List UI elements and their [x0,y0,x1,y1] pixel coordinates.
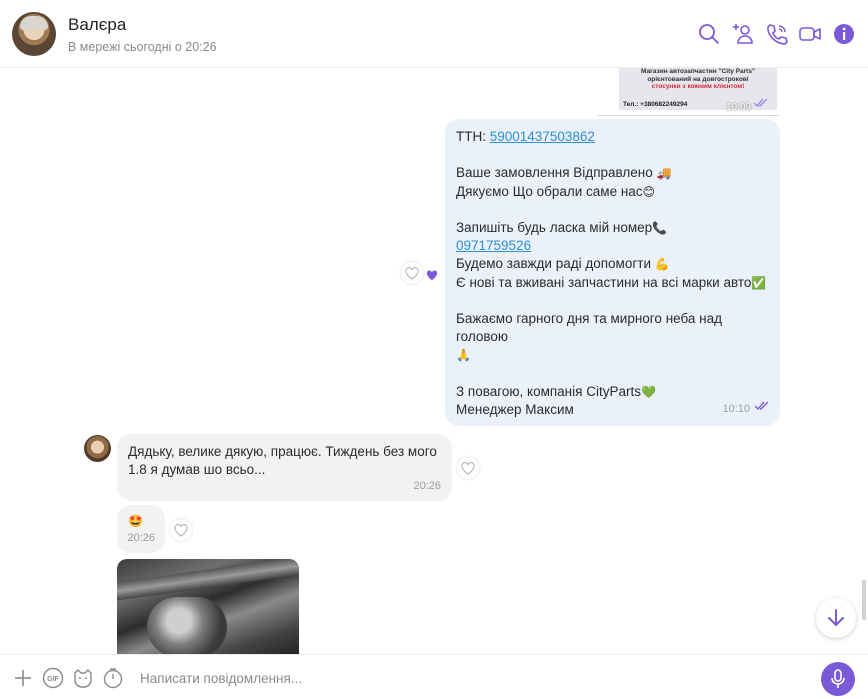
arrow-down-icon [828,609,844,626]
voice-message-button[interactable] [821,662,855,696]
message-time: 10:09 [725,102,751,113]
sticker-icon[interactable] [72,667,94,689]
composer: GIF [0,654,868,699]
contact-avatar[interactable] [12,12,56,56]
message-text: Бажаємо гарного дня та мирного неба над … [456,310,723,345]
message-line: 🙏 [456,346,769,364]
message-line: Запишіть будь ласка мій номер📞 [456,219,769,237]
message-text: Будемо завжди раді допомогти [456,256,651,272]
star-struck-emoji: 🤩 [128,514,143,528]
info-icon[interactable] [832,22,856,46]
ttn-label: ТТН: [456,129,490,144]
image-message[interactable]: Магазин автозапчастин "City Parts" орієн… [597,68,779,116]
like-icon[interactable] [170,519,192,541]
incoming-photo[interactable] [117,559,299,654]
plus-icon[interactable] [12,667,34,689]
read-ticks-icon [753,94,769,112]
image-caption-line: орієнтований на довгострокові [647,75,749,83]
message-list[interactable]: Магазин автозапчастин "City Parts" орієн… [0,68,868,654]
pray-emoji: 🙏 [456,348,471,363]
message-text: Менеджер Максим [456,401,574,417]
phone-emoji: 📞 [652,220,668,235]
message-text: Ваше замовлення Відправлено [456,165,653,181]
message-time: 20:26 [413,479,441,492]
message-line: Будемо завжди раді допомогти 💪 [456,255,769,273]
image-phone: Тел.: +380682249294 [623,101,688,108]
message-text: Запишіть будь ласка мій номер [456,219,653,235]
add-contact-icon[interactable] [731,22,755,46]
heart-reaction-icon [426,268,438,286]
muscle-emoji: 💪 [654,257,670,272]
scrollbar[interactable] [862,580,866,620]
video-call-icon[interactable] [798,22,822,46]
message-text: Дядьку, велике дякую, працює. Тиждень бе… [128,444,437,478]
image-caption-line: стосунки з кожним клієнтом! [651,83,745,90]
like-icon[interactable] [457,457,479,479]
read-ticks-icon [754,397,770,415]
like-icon[interactable] [401,262,423,284]
message-text: З повагою, компанія CityParts [456,383,641,399]
message-text: Є нові та вживані запчастини на всі марк… [456,274,752,290]
check-emoji: ✅ [751,275,767,290]
gif-icon[interactable]: GIF [42,667,64,689]
image-caption-line: Магазин автозапчастин "City Parts" [640,68,756,75]
microphone-icon [831,669,845,688]
message-line: Дякуємо Що обрали саме нас😊 [456,183,769,201]
message-input[interactable] [140,666,780,690]
phone-link[interactable]: 0971759526 [456,238,531,253]
message-text: Дякуємо Що обрали саме нас [456,183,643,199]
sender-avatar[interactable] [84,435,111,462]
contact-status: В мережі сьогодні о 20:26 [68,40,217,54]
ttn-line: ТТН: 59001437503862 [456,128,769,146]
message-line: 0971759526 [456,237,769,255]
chat-header: Валєра В мережі сьогодні о 20:26 [0,0,868,68]
message-line: Ваше замовлення Відправлено 🚚 [456,164,769,182]
timer-icon[interactable] [102,667,124,689]
outgoing-message[interactable]: ТТН: 59001437503862 Ваше замовлення Відп… [445,119,780,426]
ttn-link[interactable]: 59001437503862 [490,129,595,144]
incoming-message[interactable]: Дядьку, велике дякую, працює. Тиждень бе… [117,434,452,501]
call-icon[interactable] [765,22,789,46]
gif-label: GIF [47,676,59,683]
contact-name[interactable]: Валєра [68,15,126,35]
scroll-to-bottom-button[interactable] [816,598,856,638]
incoming-message[interactable]: 🤩 20:26 [117,505,165,553]
message-time: 10:10 [722,402,750,415]
truck-emoji: 🚚 [656,166,672,181]
green-heart-emoji: 💚 [640,384,656,399]
message-time: 20:26 [127,531,155,544]
message-line: З повагою, компанія CityParts💚 [456,383,769,401]
smile-emoji: 😊 [642,184,656,199]
search-icon[interactable] [697,22,721,46]
message-line: Є нові та вживані запчастини на всі марк… [456,274,769,292]
message-line: Бажаємо гарного дня та мирного неба над … [456,310,769,346]
